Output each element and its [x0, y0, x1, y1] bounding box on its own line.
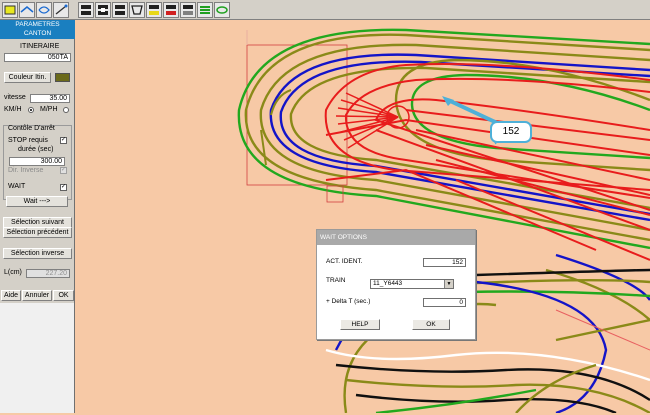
- longueur-field: 227.20: [26, 269, 70, 278]
- wait-checkbox[interactable]: ✓: [60, 184, 67, 191]
- delta-field[interactable]: 0: [423, 298, 466, 307]
- train-select-value: 11_Y6443: [373, 280, 403, 287]
- panel-title: PARAMETRES CANTON: [0, 20, 75, 39]
- wait-options-dialog: WAIT OPTIONS ACT. IDENT. 152 TRAIN 11_Y6…: [316, 229, 476, 340]
- wait-button[interactable]: Wait --->: [6, 196, 68, 207]
- itineraire-label: ITINERAIRE: [20, 43, 60, 50]
- act-ident-field[interactable]: 152: [423, 258, 466, 267]
- ok-button[interactable]: OK: [53, 290, 74, 301]
- annuler-button[interactable]: Annuler: [22, 290, 52, 301]
- toolbar: [0, 0, 650, 20]
- aide-button[interactable]: Aide: [1, 290, 21, 301]
- kmh-radio[interactable]: [28, 107, 34, 113]
- longueur-label: L(cm): [4, 269, 22, 276]
- canton-parameters-panel: PARAMETRES CANTON ITINERAIRE 050TA Coule…: [0, 20, 75, 413]
- panel-title-line2: CANTON: [23, 29, 52, 37]
- block-detect-icon[interactable]: [95, 2, 111, 18]
- track-layout-svg[interactable]: [76, 20, 650, 415]
- panel-empty-area: [0, 303, 74, 413]
- selection-precedent-button[interactable]: Sélection précédent: [3, 227, 72, 238]
- couleur-swatch[interactable]: [55, 73, 70, 82]
- couleur-itin-button[interactable]: Couleur Itin.: [4, 72, 51, 83]
- wait-label: WAIT: [8, 183, 26, 190]
- block-canton-icon[interactable]: [78, 2, 94, 18]
- train-label: TRAIN: [326, 277, 346, 284]
- loop-icon[interactable]: [214, 2, 230, 18]
- act-ident-label: ACT. IDENT.: [326, 258, 363, 265]
- mph-radio[interactable]: [63, 107, 69, 113]
- signal-icon[interactable]: [53, 2, 69, 18]
- block-red-icon[interactable]: [163, 2, 179, 18]
- dir-inverse-label: Dir. Inverse: [8, 167, 44, 174]
- duree-label: durée (sec): [18, 146, 54, 153]
- train-icon[interactable]: [129, 2, 145, 18]
- route-icon[interactable]: [36, 2, 52, 18]
- switch-icon[interactable]: [112, 2, 128, 18]
- delta-label: + Delta T (sec.): [326, 298, 371, 305]
- track-select-icon[interactable]: [19, 2, 35, 18]
- selection-inverse-button[interactable]: Sélection inverse: [3, 248, 72, 259]
- dialog-ok-button[interactable]: OK: [412, 319, 450, 330]
- vitesse-label: vitesse: [4, 94, 26, 101]
- help-button[interactable]: HELP: [340, 319, 380, 330]
- chevron-down-icon[interactable]: ▼: [444, 280, 453, 288]
- stop-requis-checkbox[interactable]: ✓: [60, 137, 67, 144]
- mph-label: M/PH: [40, 106, 58, 113]
- track-layout-canvas[interactable]: [76, 20, 650, 415]
- block-yellow-icon[interactable]: [146, 2, 162, 18]
- wait-id-callout: 152: [490, 121, 532, 143]
- layers-icon[interactable]: [197, 2, 213, 18]
- panel-title-line1: PARAMETRES: [15, 21, 60, 28]
- pointer-icon[interactable]: [2, 2, 18, 18]
- dir-inverse-checkbox[interactable]: ✓: [60, 167, 67, 174]
- block-gray-icon[interactable]: [180, 2, 196, 18]
- itineraire-field[interactable]: 050TA: [4, 53, 71, 62]
- train-select[interactable]: 11_Y6443 ▼: [370, 279, 454, 289]
- controle-label: Contôle D'arrêt: [8, 125, 55, 132]
- duree-field[interactable]: 300.00: [9, 157, 65, 166]
- dialog-title: WAIT OPTIONS: [317, 230, 475, 245]
- stop-requis-label: STOP requis: [8, 137, 48, 144]
- vitesse-field[interactable]: 35.00: [30, 94, 70, 103]
- kmh-label: KM/H: [4, 106, 22, 113]
